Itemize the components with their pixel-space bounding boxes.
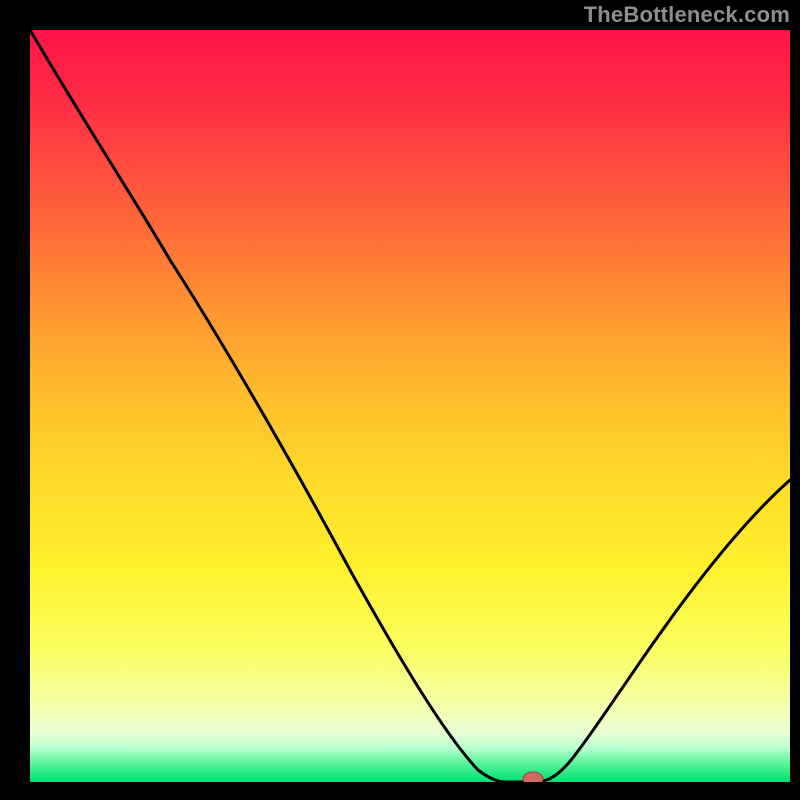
frame-bottom	[0, 782, 800, 800]
watermark-text: TheBottleneck.com	[584, 2, 790, 28]
frame-left	[0, 0, 30, 800]
chart-container: TheBottleneck.com	[0, 0, 800, 800]
chart-svg	[0, 0, 800, 800]
plot-background	[30, 30, 790, 782]
frame-right	[790, 0, 800, 800]
